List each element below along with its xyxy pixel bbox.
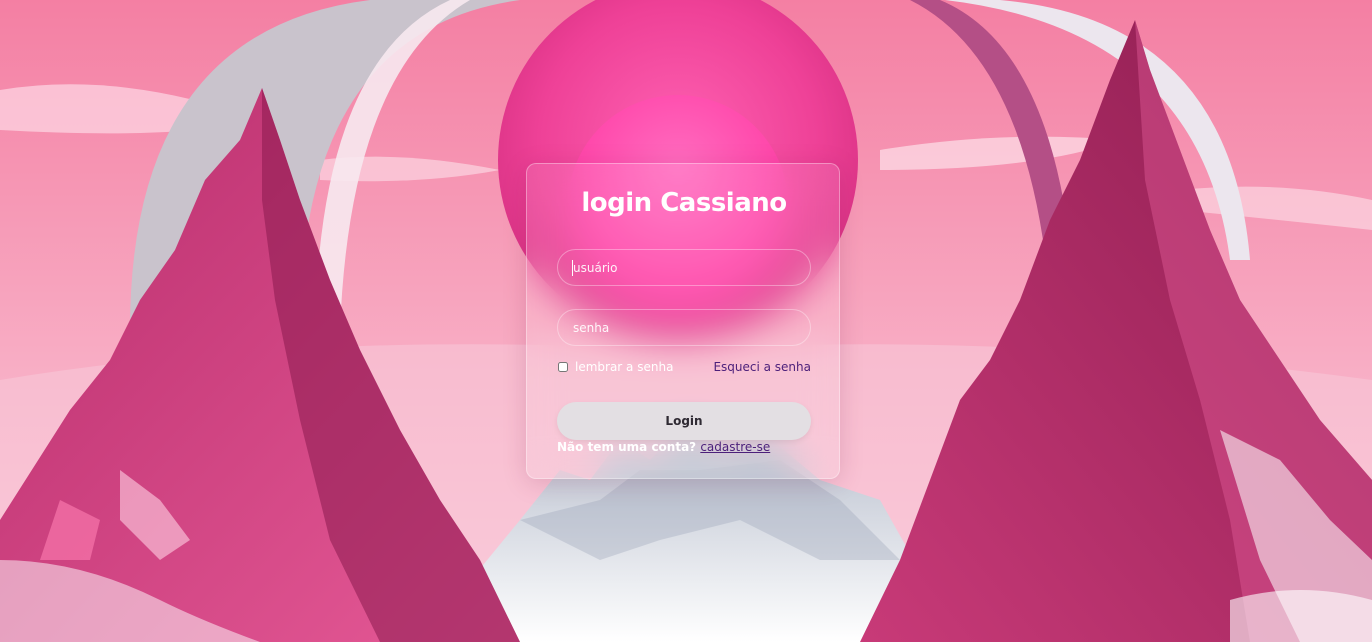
login-button[interactable]: Login [557, 402, 811, 440]
login-title: login Cassiano [581, 188, 787, 218]
username-input[interactable] [557, 249, 811, 286]
signup-link[interactable]: cadastre-se [700, 440, 770, 454]
remember-row: lembrar a senha Esqueci a senha [557, 358, 811, 376]
signup-row: Não tem uma conta? cadastre-se [557, 440, 817, 454]
remember-checkbox[interactable] [558, 362, 568, 372]
remember-label-wrap[interactable]: lembrar a senha [557, 360, 673, 374]
password-input[interactable] [557, 309, 811, 346]
text-caret [572, 260, 573, 276]
login-page: login Cassiano lembrar a senha Esqueci a… [0, 0, 1372, 642]
login-card: login Cassiano lembrar a senha Esqueci a… [526, 163, 840, 479]
forgot-password-link[interactable]: Esqueci a senha [713, 360, 811, 374]
no-account-text: Não tem uma conta? [557, 440, 697, 454]
remember-label: lembrar a senha [575, 360, 674, 374]
